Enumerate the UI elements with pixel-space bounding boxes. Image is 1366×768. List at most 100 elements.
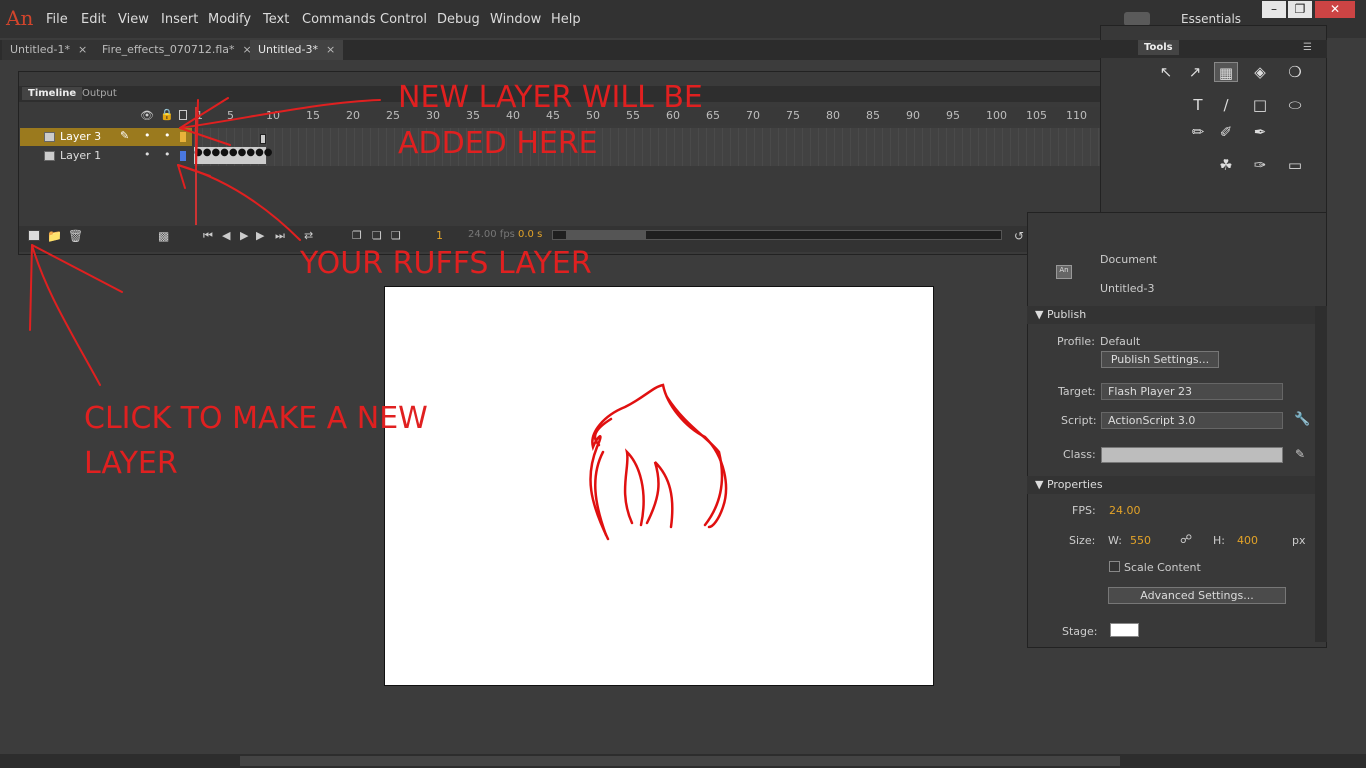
fps-readout[interactable]: 24.00 fps <box>468 229 515 240</box>
minimize-button[interactable]: – <box>1262 1 1286 18</box>
panel-menu-icon[interactable]: ☰ <box>1303 42 1312 53</box>
keyframe-span[interactable]: ●●●●●●●●● <box>194 147 273 164</box>
loop-icon[interactable]: ⇄ <box>304 229 313 242</box>
time-readout[interactable]: 0.0 s <box>518 229 542 240</box>
lasso-tool-icon[interactable]: ❍ <box>1283 62 1307 82</box>
menu-view[interactable]: View <box>118 12 149 27</box>
end-frame-marker[interactable] <box>260 134 266 144</box>
annotation-text: ADDED HERE <box>398 126 598 161</box>
onion-outline-icon[interactable]: ❏ <box>372 229 382 242</box>
new-folder-icon[interactable]: 📁 <box>47 229 62 243</box>
step-back-icon[interactable]: ◀ <box>222 229 230 242</box>
maximize-button[interactable]: ❐ <box>1288 1 1312 18</box>
publish-section-header[interactable]: ▼ Publish <box>1027 306 1317 324</box>
target-dropdown[interactable]: Flash Player 23 <box>1101 383 1283 400</box>
free-transform-tool-icon[interactable]: ▦ <box>1214 62 1238 82</box>
menu-commands[interactable]: Commands <box>302 12 376 27</box>
stage-hscroll-thumb[interactable] <box>240 756 1120 766</box>
tick-label: 70 <box>746 109 760 122</box>
lock-icon[interactable]: 🔒 <box>160 108 174 121</box>
visible-dot-icon[interactable]: • <box>144 129 151 142</box>
frame-grid[interactable] <box>194 128 1176 166</box>
script-dropdown[interactable]: ActionScript 3.0 <box>1101 412 1283 429</box>
eyedropper-tool-icon[interactable]: ✑ <box>1248 155 1272 175</box>
subselection-tool-icon[interactable]: ↗ <box>1183 62 1207 82</box>
visible-dot-icon[interactable]: • <box>144 148 151 161</box>
menu-modify[interactable]: Modify <box>208 12 251 27</box>
menu-file[interactable]: File <box>46 12 68 27</box>
eraser-tool-icon[interactable]: ▭ <box>1283 155 1307 175</box>
first-frame-icon[interactable]: ⏮ <box>203 229 213 243</box>
line-tool-icon[interactable]: ∕ <box>1214 95 1238 115</box>
properties-section-header[interactable]: ▼ Properties <box>1027 476 1317 494</box>
new-layer-button[interactable] <box>28 230 40 241</box>
fps-value[interactable]: 24.00 <box>1109 504 1141 517</box>
doc-tab-fire-effects[interactable]: Fire_effects_070712.fla* × <box>94 40 260 60</box>
tick-label: 75 <box>786 109 800 122</box>
lock-dot-icon[interactable]: • <box>164 129 171 142</box>
menu-edit[interactable]: Edit <box>81 12 106 27</box>
timeline-hscroll-thumb[interactable] <box>566 231 646 239</box>
reset-zoom-icon[interactable]: ↺ <box>1014 229 1024 243</box>
menu-control[interactable]: Control <box>380 12 427 27</box>
unit-label: px <box>1292 534 1306 547</box>
close-tab-icon[interactable]: × <box>326 43 335 56</box>
3d-rotation-tool-icon[interactable]: ◈ <box>1248 62 1272 82</box>
paint-brush-tool-icon[interactable]: ✐ <box>1214 122 1238 142</box>
menu-text[interactable]: Text <box>263 12 289 27</box>
publish-settings-button[interactable]: Publish Settings... <box>1101 351 1219 368</box>
oval-tool-icon[interactable]: ⬭ <box>1283 95 1307 115</box>
text-tool-icon[interactable]: T <box>1186 95 1210 115</box>
menu-insert[interactable]: Insert <box>161 12 198 27</box>
doc-tab-untitled-3[interactable]: Untitled-3* × <box>250 40 344 60</box>
layer-row-3[interactable]: Layer 3 ✎ • • <box>20 128 192 146</box>
workspace-switcher[interactable]: Essentials <box>1181 12 1241 26</box>
scale-content-checkbox[interactable] <box>1109 561 1120 572</box>
stage-color-swatch[interactable] <box>1110 623 1139 637</box>
selection-tool-icon[interactable]: ↖ <box>1154 62 1178 82</box>
layer-row-1[interactable]: Layer 1 • • <box>20 147 192 165</box>
playhead[interactable] <box>195 107 197 225</box>
step-forward-icon[interactable]: ▶ <box>256 229 264 242</box>
menu-help[interactable]: Help <box>551 12 581 27</box>
menu-window[interactable]: Window <box>490 12 541 27</box>
onion-skin-icon[interactable]: ❐ <box>352 229 362 242</box>
workspace-gear-icon[interactable] <box>1124 12 1150 26</box>
paint-bucket-tool-icon[interactable]: ☘ <box>1214 155 1238 175</box>
profile-label: Profile: <box>1057 335 1095 348</box>
tab-output[interactable]: Output <box>76 87 123 100</box>
layer-color-swatch[interactable] <box>180 151 186 161</box>
play-icon[interactable]: ▶ <box>240 229 248 242</box>
stage-canvas[interactable] <box>384 286 934 686</box>
delete-layer-icon[interactable]: 🗑 <box>68 229 83 243</box>
last-frame-icon[interactable]: ⏭ <box>275 229 285 243</box>
eye-icon[interactable]: 👁 <box>140 109 154 122</box>
tick-label: 100 <box>986 109 1007 122</box>
pencil-tool-icon[interactable]: ✏ <box>1186 122 1210 142</box>
class-input[interactable] <box>1101 447 1283 463</box>
layer-color-swatch[interactable] <box>180 132 186 142</box>
wrench-icon[interactable]: 🔧 <box>1294 412 1310 427</box>
link-icon[interactable]: ☍ <box>1180 532 1192 546</box>
edit-multiple-icon[interactable]: ❑ <box>391 229 401 242</box>
width-value[interactable]: 550 <box>1130 534 1151 547</box>
outline-icon[interactable] <box>179 110 187 120</box>
advanced-settings-button[interactable]: Advanced Settings... <box>1108 587 1286 604</box>
brush-tool-icon[interactable]: ✒ <box>1248 122 1272 142</box>
close-button[interactable]: ✕ <box>1315 1 1355 18</box>
tab-timeline[interactable]: Timeline <box>22 87 83 100</box>
close-tab-icon[interactable]: × <box>78 43 87 56</box>
script-label: Script: <box>1061 414 1097 427</box>
class-label: Class: <box>1063 448 1096 461</box>
menu-debug[interactable]: Debug <box>437 12 480 27</box>
rectangle-tool-icon[interactable]: □ <box>1248 95 1272 115</box>
current-frame[interactable]: 1 <box>436 229 443 242</box>
edit-class-icon[interactable]: ✎ <box>1295 447 1305 461</box>
lock-dot-icon[interactable]: • <box>164 148 171 161</box>
height-value[interactable]: 400 <box>1237 534 1258 547</box>
properties-vscroll[interactable] <box>1315 306 1327 642</box>
doc-tab-untitled-1[interactable]: Untitled-1* × <box>2 40 96 60</box>
tick-label: 95 <box>946 109 960 122</box>
tick-label: 65 <box>706 109 720 122</box>
camera-icon[interactable]: ▩ <box>158 229 169 243</box>
